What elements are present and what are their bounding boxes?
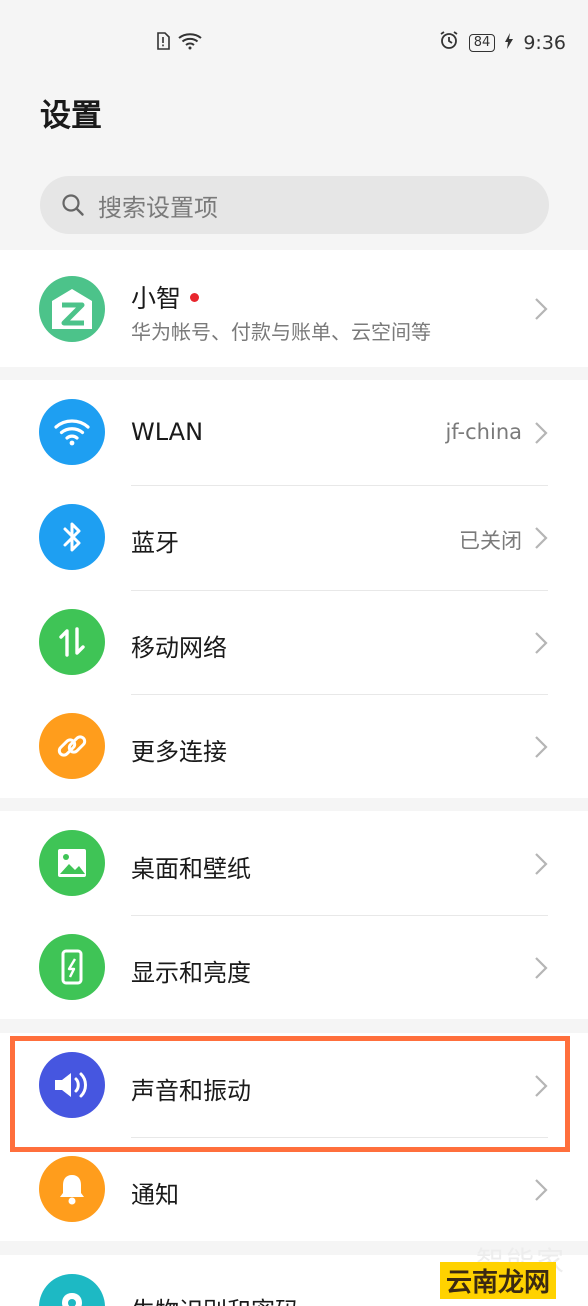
- wifi-icon: [178, 32, 202, 54]
- wallpaper-icon: [39, 830, 105, 896]
- settings-item-label: 通知: [131, 1181, 179, 1209]
- alarm-icon: [439, 30, 459, 55]
- clock-time: 9:36: [523, 31, 566, 54]
- settings-item-label: 生物识别和密码: [131, 1291, 299, 1306]
- settings-item-label: WLAN: [131, 418, 204, 446]
- chevron-right-icon: [535, 632, 548, 654]
- settings-item-wlan[interactable]: WLAN jf-china: [0, 380, 588, 484]
- chevron-right-icon: [535, 957, 548, 979]
- wifi-icon: [39, 399, 105, 465]
- watermark-logo: 云南龙网: [439, 1262, 556, 1299]
- search-bar[interactable]: 搜索设置项: [40, 176, 549, 234]
- speaker-icon: [39, 1052, 105, 1118]
- mobile-data-icon: [39, 609, 105, 675]
- settings-item-label: 桌面和壁纸: [131, 855, 251, 883]
- chevron-right-icon: [535, 298, 548, 320]
- settings-item-more-connections[interactable]: 更多连接: [0, 694, 588, 798]
- search-icon: [60, 192, 86, 218]
- settings-item-sound-vibration[interactable]: 声音和振动: [0, 1033, 588, 1137]
- settings-item-wallpaper[interactable]: 桌面和壁纸: [0, 811, 588, 915]
- charging-icon: [505, 32, 514, 54]
- sim-alert-icon: [156, 32, 170, 54]
- settings-item-label: 移动网络: [131, 634, 227, 662]
- settings-item-label: 声音和振动: [131, 1077, 251, 1105]
- chevron-right-icon: [535, 422, 548, 444]
- status-bar: 84 9:36: [0, 0, 588, 88]
- search-placeholder: 搜索设置项: [98, 193, 218, 222]
- settings-item-bluetooth[interactable]: 蓝牙 已关闭: [0, 485, 588, 589]
- settings-item-notifications[interactable]: 通知: [0, 1137, 588, 1241]
- settings-item-mobile-network[interactable]: 移动网络: [0, 590, 588, 694]
- chevron-right-icon: [535, 853, 548, 875]
- settings-item-label: 蓝牙: [131, 529, 179, 557]
- bluetooth-value: 已关闭: [459, 529, 522, 553]
- notification-dot: [190, 292, 200, 302]
- battery-icon: 84: [468, 33, 496, 52]
- brightness-icon: [39, 934, 105, 1000]
- chevron-right-icon: [535, 1179, 548, 1201]
- settings-item-display-brightness[interactable]: 显示和亮度: [0, 915, 588, 1019]
- bluetooth-icon: [39, 504, 105, 570]
- account-row[interactable]: [0, 250, 588, 367]
- chevron-right-icon: [535, 736, 548, 758]
- account-name-text: 小智: [131, 284, 182, 313]
- settings-item-label: 显示和亮度: [131, 959, 251, 987]
- chevron-right-icon: [535, 1075, 548, 1097]
- account-name: 小智: [131, 279, 200, 315]
- settings-item-label: 更多连接: [131, 738, 227, 766]
- avatar: [39, 276, 105, 342]
- bell-icon: [39, 1156, 105, 1222]
- chevron-right-icon: [535, 527, 548, 549]
- account-subtitle: 华为帐号、付款与账单、云空间等: [131, 320, 431, 344]
- location-pin-icon: [39, 1274, 105, 1306]
- wlan-value: jf-china: [445, 420, 522, 444]
- page-title: 设置: [40, 98, 102, 134]
- link-icon: [39, 713, 105, 779]
